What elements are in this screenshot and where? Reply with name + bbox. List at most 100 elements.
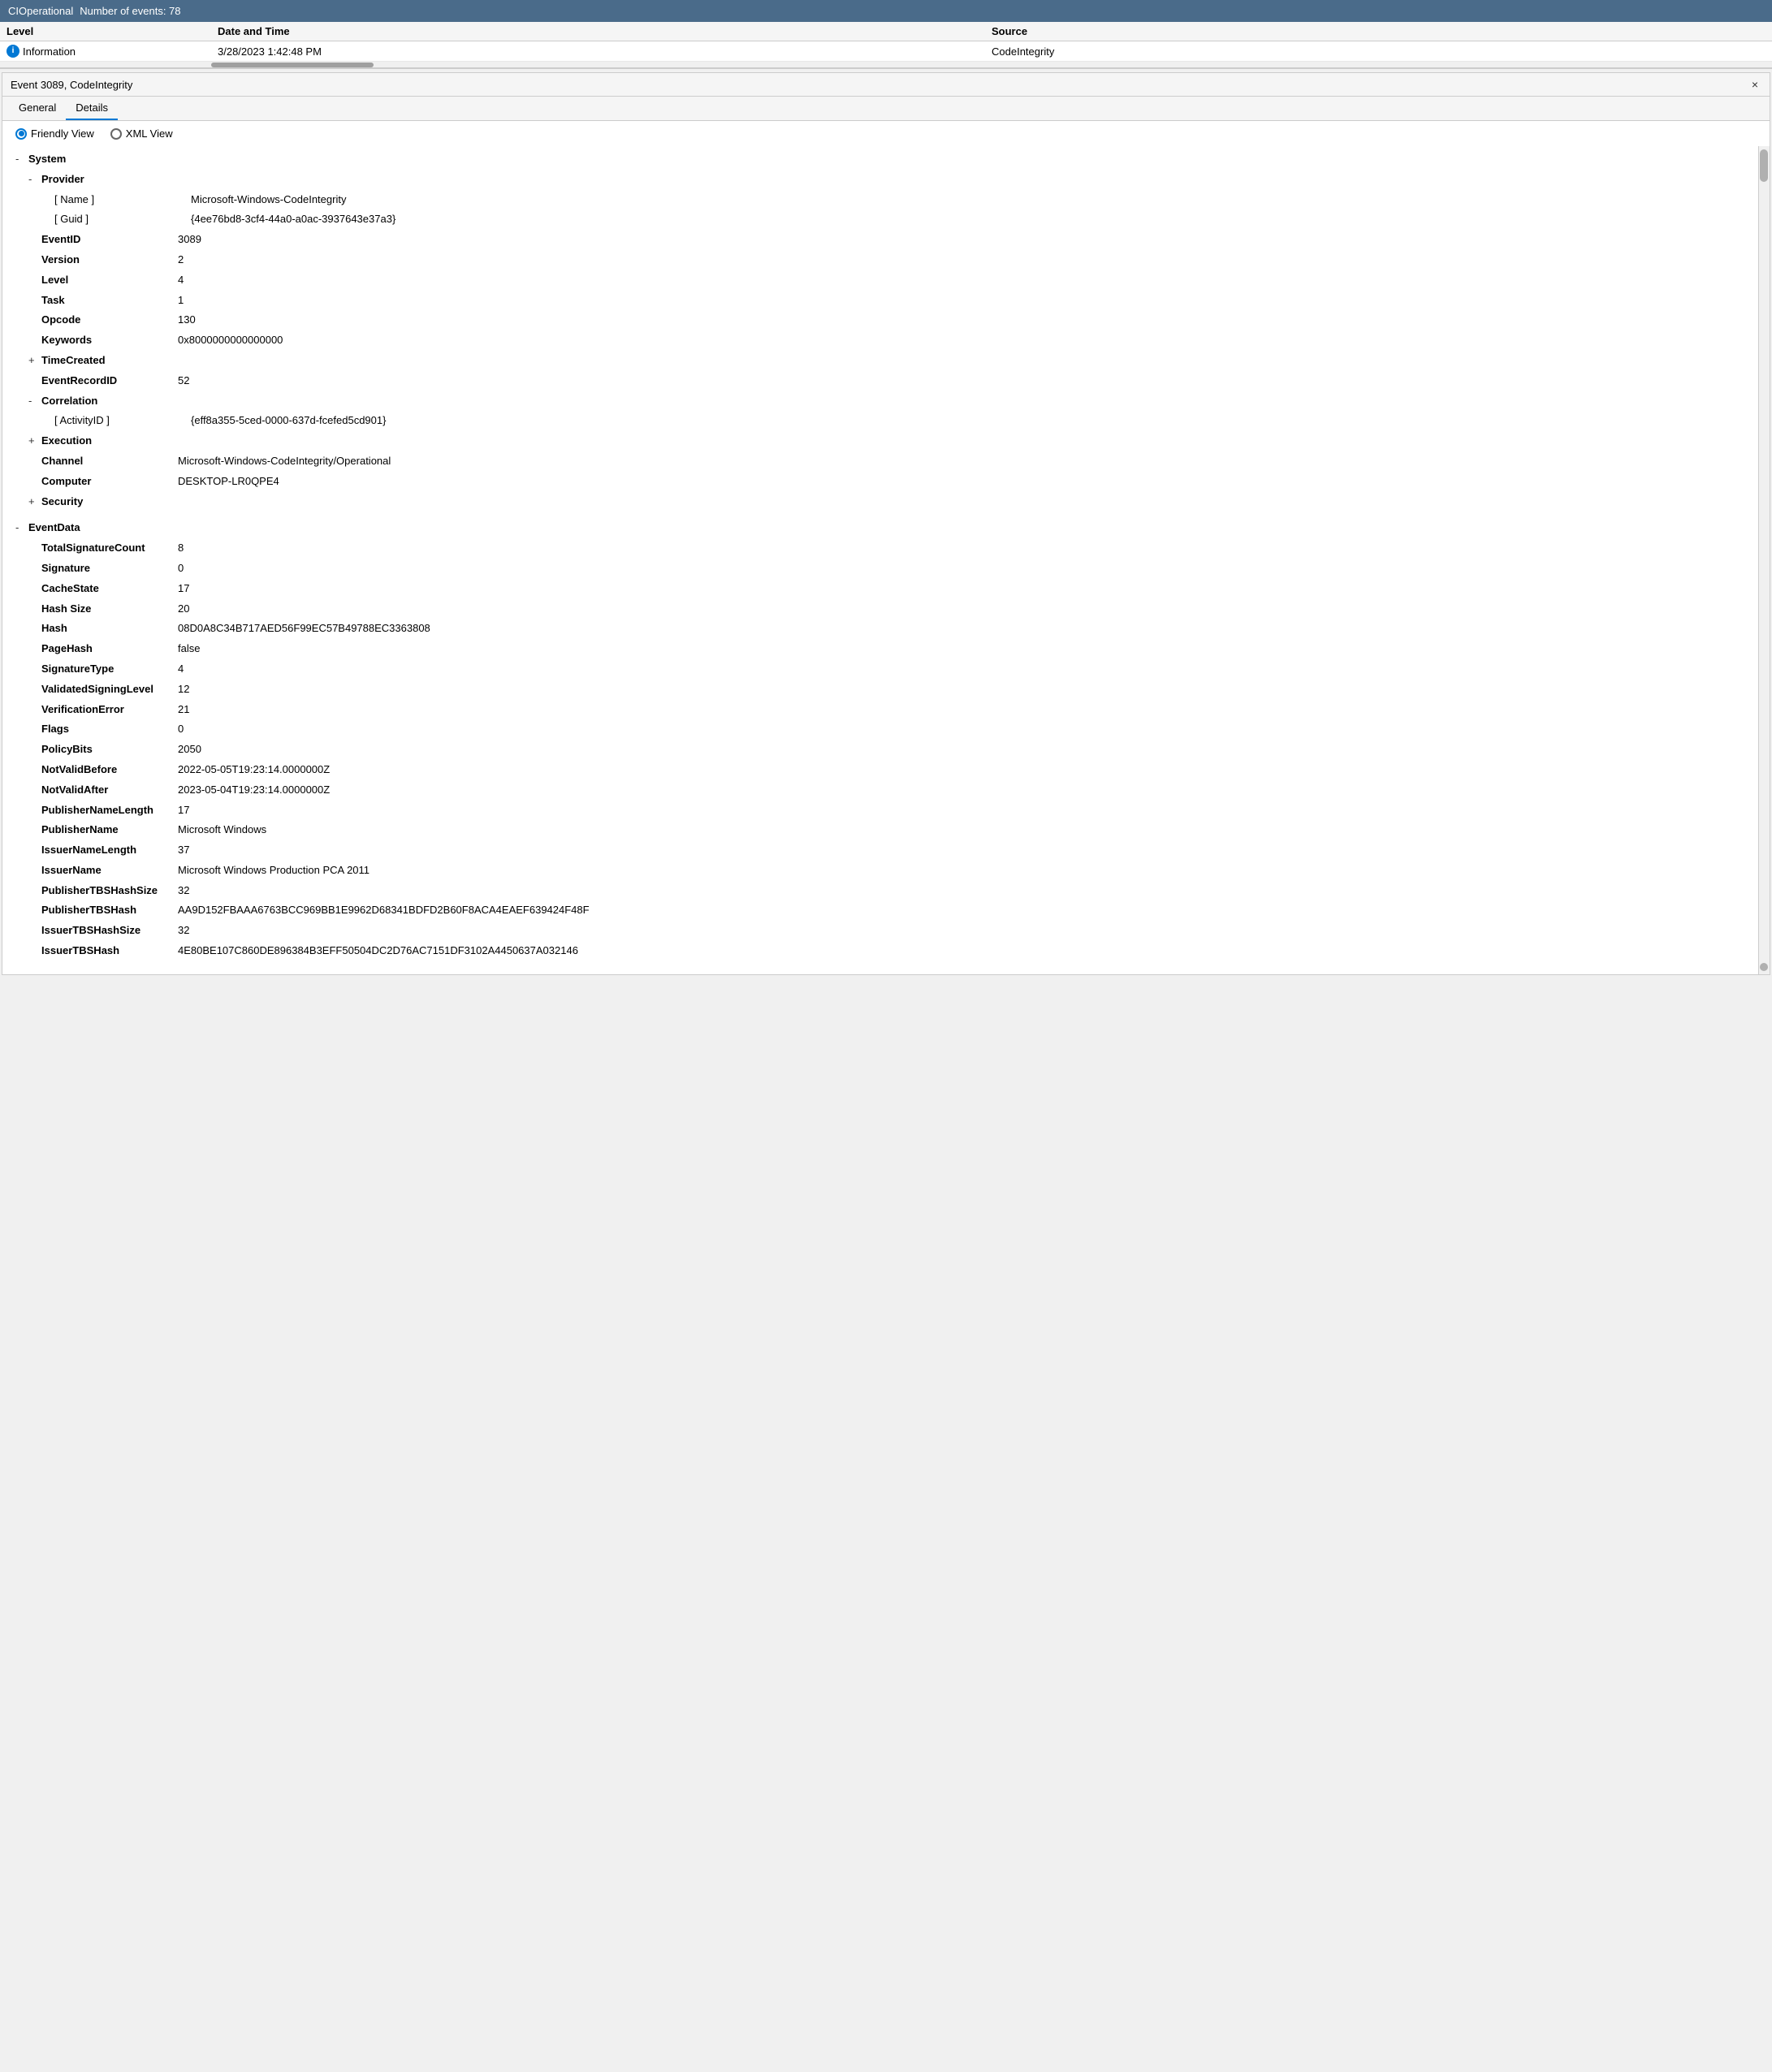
task-row: Task 1 — [28, 291, 1753, 311]
eventdata-item-spacer — [28, 883, 41, 900]
eventdata-item-value: 21 — [178, 701, 189, 719]
version-key: Version — [41, 252, 171, 269]
eventdata-item-spacer — [28, 782, 41, 799]
spacer5 — [28, 272, 41, 289]
table-header: Level Date and Time Source — [0, 22, 1772, 41]
level-key: Level — [41, 272, 171, 289]
event-detail-panel: Event 3089, CodeIntegrity × General Deta… — [2, 72, 1770, 975]
eventdata-item: IssuerNameLength 37 — [28, 840, 1753, 861]
col-header-level: Level — [6, 25, 218, 37]
eventdata-item: PublisherTBSHashSize32 — [28, 881, 1753, 901]
event-detail-header: Event 3089, CodeIntegrity × — [2, 73, 1770, 97]
execution-row: + Execution — [28, 431, 1753, 451]
system-label: System — [28, 151, 158, 168]
eventdata-item-key: Hash — [41, 620, 171, 637]
app-title: CIOperational — [8, 5, 73, 17]
execution-key: Execution — [41, 433, 171, 450]
eventdata-item-value: 12 — [178, 681, 189, 698]
eventdata-item-key: IssuerName — [41, 862, 171, 879]
execution-toggle[interactable]: + — [28, 433, 41, 450]
version-value: 2 — [178, 252, 184, 269]
spacer4 — [28, 252, 41, 269]
eventdata-item-value: Microsoft Windows Production PCA 2011 — [178, 862, 370, 879]
spacer6 — [28, 292, 41, 309]
eventdata-item-value: 8 — [178, 540, 184, 557]
spacer11 — [28, 453, 41, 470]
opcode-row: Opcode 130 — [28, 310, 1753, 330]
vertical-scrollbar[interactable] — [1758, 146, 1770, 974]
eventdata-item-value: AA9D152FBAAA6763BCC969BB1E9962D68341BDFD… — [178, 902, 590, 919]
xml-view-label: XML View — [126, 127, 173, 140]
provider-guid-value: {4ee76bd8-3cf4-44a0-a0ac-3937643e37a3} — [191, 211, 395, 228]
eventdata-item: TotalSignatureCount 8 — [28, 538, 1753, 559]
eventdata-item-value: 2050 — [178, 741, 201, 758]
eventdata-item-key: SignatureType — [41, 661, 171, 678]
correlation-toggle[interactable]: - — [28, 393, 41, 410]
security-key: Security — [41, 494, 171, 511]
spacer8 — [28, 332, 41, 349]
eventdata-item-value: 37 — [178, 842, 189, 859]
eventdata-item: VerificationError 21 — [28, 700, 1753, 720]
eventdata-items: TotalSignatureCount 8 Signature 0 CacheSta… — [15, 538, 1753, 961]
eventdata-item-spacer — [28, 661, 41, 678]
eventrecordid-value: 52 — [178, 373, 189, 390]
channel-key: Channel — [41, 453, 171, 470]
eventdata-item: IssuerTBSHashSize32 — [28, 921, 1753, 941]
eventdata-item-spacer — [28, 802, 41, 819]
table-row[interactable]: i Information 3/28/2023 1:42:48 PM CodeI… — [0, 41, 1772, 62]
tab-general[interactable]: General — [9, 97, 66, 120]
computer-key: Computer — [41, 473, 171, 490]
eventdata-item-spacer — [28, 721, 41, 738]
provider-name-row: [ Name ] Microsoft-Windows-CodeIntegrity — [41, 190, 1753, 210]
eventdata-item: NotValidBefore2022-05-05T19:23:14.000000… — [28, 760, 1753, 780]
friendly-radio[interactable] — [15, 128, 27, 140]
friendly-view-label: Friendly View — [31, 127, 94, 140]
xml-radio[interactable] — [110, 128, 122, 140]
version-row: Version 2 — [28, 250, 1753, 270]
tab-details[interactable]: Details — [66, 97, 118, 120]
level-value: Information — [23, 45, 76, 58]
eventdata-item-key: TotalSignatureCount — [41, 540, 171, 557]
eventdata-item: Flags0 — [28, 719, 1753, 740]
eventdata-item-spacer — [28, 540, 41, 557]
eventrecordid-row: EventRecordID 52 — [28, 371, 1753, 391]
eventdata-item-key: CacheState — [41, 581, 171, 598]
eventdata-item-value: 20 — [178, 601, 189, 618]
eventdata-item-spacer — [28, 922, 41, 939]
provider-guid-key: [ Guid ] — [54, 211, 184, 228]
eventdata-item-spacer — [28, 842, 41, 859]
task-key: Task — [41, 292, 171, 309]
eventdata-toggle[interactable]: - — [15, 520, 28, 537]
eventdata-item-key: Signature — [41, 560, 171, 577]
info-icon: i — [6, 45, 19, 58]
eventrecordid-key: EventRecordID — [41, 373, 171, 390]
panel-with-scroll: - System - Provider [ Name ] Microsoft-W… — [2, 146, 1770, 974]
timecreated-toggle[interactable]: + — [28, 352, 41, 369]
eventdata-item: PageHashfalse — [28, 639, 1753, 659]
eventdata-item-spacer — [28, 560, 41, 577]
eventdata-item-key: IssuerNameLength — [41, 842, 171, 859]
eventdata-item-spacer — [28, 601, 41, 618]
spacer2 — [41, 211, 54, 228]
provider-toggle[interactable]: - — [28, 171, 41, 188]
eventdata-item-value: 0 — [178, 560, 184, 577]
close-button[interactable]: × — [1748, 78, 1761, 91]
eventdata-item-key: VerificationError — [41, 701, 171, 719]
xml-view-toggle[interactable]: XML View — [110, 127, 173, 140]
eventdata-item-key: PageHash — [41, 641, 171, 658]
spacer7 — [28, 312, 41, 329]
security-toggle[interactable]: + — [28, 494, 41, 511]
eventdata-item-spacer — [28, 741, 41, 758]
eventdata-item-spacer — [28, 581, 41, 598]
spacer9 — [28, 373, 41, 390]
eventdata-item-key: IssuerTBSHash — [41, 943, 171, 960]
system-toggle[interactable]: - — [15, 151, 28, 168]
scrollbar-thumb-bottom — [1760, 963, 1768, 971]
opcode-value: 130 — [178, 312, 196, 329]
eventdata-item: PublisherNameMicrosoft Windows — [28, 820, 1753, 840]
friendly-view-toggle[interactable]: Friendly View — [15, 127, 94, 140]
eventdata-item-spacer — [28, 762, 41, 779]
eventdata-item-key: PublisherNameLength — [41, 802, 171, 819]
computer-row: Computer DESKTOP-LR0QPE4 — [28, 472, 1753, 492]
col-header-source: Source — [992, 25, 1766, 37]
